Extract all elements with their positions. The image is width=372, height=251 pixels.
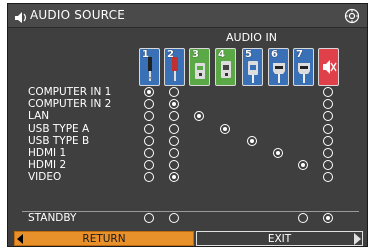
row-computer-in-2-radio-8[interactable] bbox=[323, 99, 333, 110]
row-hdmi-1-radio-1[interactable] bbox=[144, 148, 154, 158]
row-hdmi-2-radio-7[interactable] bbox=[298, 160, 308, 171]
row-standby-radio-8[interactable] bbox=[323, 213, 333, 223]
row-hdmi-2-radio-8[interactable] bbox=[323, 160, 333, 171]
row-usb-type-a-radio-8[interactable] bbox=[323, 123, 333, 134]
mute-speaker-icon bbox=[323, 60, 337, 74]
dialog-title: AUDIO SOURCE bbox=[30, 8, 125, 22]
audio-in-number: 7 bbox=[296, 49, 303, 60]
row-computer-in-2-label: COMPUTER IN 2 bbox=[28, 98, 112, 111]
row-standby-radio-2[interactable] bbox=[169, 213, 179, 223]
exit-label: EXIT bbox=[267, 233, 292, 245]
row-hdmi-1-radio-8[interactable] bbox=[323, 148, 333, 158]
audio-in-7-column-header: 7 bbox=[293, 48, 314, 86]
row-usb-type-a-radio-4[interactable] bbox=[220, 123, 230, 134]
row-video-label: VIDEO bbox=[28, 171, 62, 184]
audio-in-4-column-header: 4 bbox=[215, 48, 236, 86]
row-video-radio-8[interactable] bbox=[323, 172, 333, 183]
row-hdmi-2-radio-2[interactable] bbox=[169, 160, 179, 171]
row-lan-radio-8[interactable] bbox=[323, 111, 333, 122]
audio-in-header: AUDIO IN bbox=[226, 31, 277, 44]
row-hdmi-2-radio-1[interactable] bbox=[144, 160, 154, 171]
exit-button[interactable]: EXIT bbox=[196, 231, 363, 246]
row-computer-in-1-radio-2[interactable] bbox=[169, 87, 179, 97]
row-hdmi-1-radio-2[interactable] bbox=[169, 148, 179, 158]
row-standby-label: STANDBY bbox=[28, 212, 77, 224]
speaker-icon bbox=[14, 9, 28, 23]
row-computer-in-2-radio-2[interactable] bbox=[169, 99, 179, 110]
title-bar: AUDIO SOURCE bbox=[8, 4, 367, 28]
row-computer-in-1-radio-8[interactable] bbox=[323, 87, 333, 97]
audio-in-number: 5 bbox=[245, 49, 252, 60]
audio-in-number: 6 bbox=[271, 49, 278, 60]
row-usb-type-b-radio-5[interactable] bbox=[247, 135, 257, 146]
row-usb-type-b-radio-2[interactable] bbox=[169, 135, 179, 146]
audio-in-3-column-header: 3 bbox=[189, 48, 210, 86]
audio-in-2-column-header: 2 bbox=[164, 48, 185, 86]
return-button[interactable]: RETURN bbox=[14, 231, 194, 246]
row-standby-radio-7[interactable] bbox=[298, 213, 308, 223]
row-usb-type-a-radio-1[interactable] bbox=[144, 123, 154, 134]
row-standby-radio-1[interactable] bbox=[144, 213, 154, 223]
return-label: RETURN bbox=[82, 233, 126, 245]
row-usb-type-b-radio-8[interactable] bbox=[323, 135, 333, 146]
settings-dial-icon[interactable] bbox=[344, 8, 360, 24]
audio-in-number: 3 bbox=[192, 49, 199, 60]
audio-in-number: 4 bbox=[218, 49, 225, 60]
row-lan-radio-1[interactable] bbox=[144, 111, 154, 122]
row-usb-type-a-radio-2[interactable] bbox=[169, 123, 179, 134]
row-hdmi-1-label: HDMI 1 bbox=[28, 147, 67, 159]
row-hdmi-1-radio-6[interactable] bbox=[273, 148, 283, 158]
audio-in-mute-column-header bbox=[318, 48, 339, 86]
audio-in-6-column-header: 6 bbox=[268, 48, 289, 86]
audio-in-number: 2 bbox=[167, 49, 174, 60]
row-hdmi-2-label: HDMI 2 bbox=[28, 159, 67, 172]
audio-in-5-column-header: 5 bbox=[242, 48, 263, 86]
audio-source-dialog: AUDIO SOURCE AUDIO IN 1 2 3 4 5 6 7 COMPUTER I… bbox=[7, 3, 368, 247]
row-lan-label: LAN bbox=[28, 110, 50, 123]
audio-in-1-column-header: 1 bbox=[139, 48, 160, 86]
audio-input-icons: 1 2 3 4 5 6 7 bbox=[8, 48, 367, 86]
audio-in-number: 1 bbox=[142, 49, 149, 60]
row-usb-type-b-label: USB TYPE B bbox=[28, 134, 90, 147]
row-computer-in-1-radio-1[interactable] bbox=[144, 87, 154, 97]
right-arrow-icon bbox=[354, 233, 361, 245]
row-video-radio-2[interactable] bbox=[169, 172, 179, 183]
row-video-radio-1[interactable] bbox=[144, 172, 154, 183]
row-lan-radio-3[interactable] bbox=[194, 111, 204, 122]
row-usb-type-a-label: USB TYPE A bbox=[28, 122, 90, 135]
row-computer-in-1-label: COMPUTER IN 1 bbox=[28, 86, 112, 98]
row-computer-in-2-radio-1[interactable] bbox=[144, 99, 154, 110]
row-lan-radio-2[interactable] bbox=[169, 111, 179, 122]
row-usb-type-b-radio-1[interactable] bbox=[144, 135, 154, 146]
